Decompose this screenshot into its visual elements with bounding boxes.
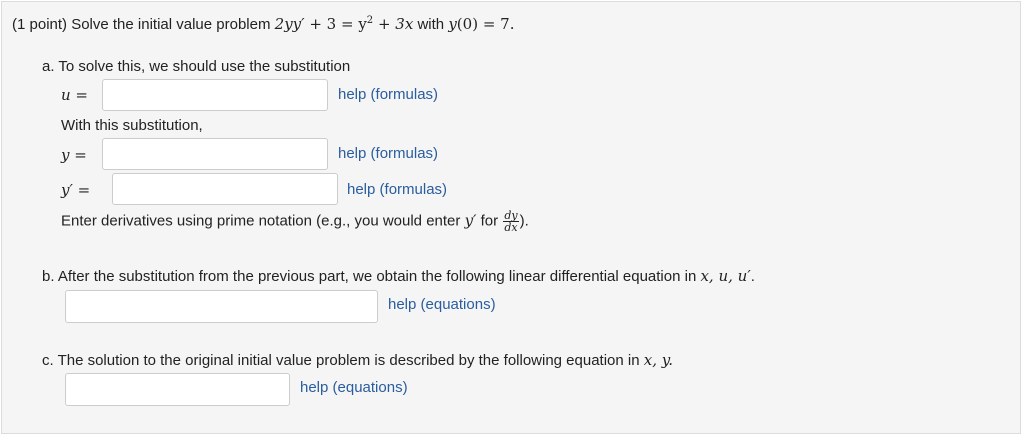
problem-equation: 2yy′ + 3 = y2 + 3x xyxy=(274,15,414,33)
part-a-intro: a. To solve this, we should use the subs… xyxy=(42,58,351,75)
part-b-vars: x, u, u′ xyxy=(700,267,751,285)
problem-statement: (1 point) Solve the initial value proble… xyxy=(12,15,514,33)
u-label: u = xyxy=(61,86,88,104)
dy-dx-fraction: dy dx xyxy=(503,209,519,234)
part-b-help-link[interactable]: help (equations) xyxy=(388,296,496,313)
yprime-label: y′ = xyxy=(61,181,91,199)
y-help-link[interactable]: help (formulas) xyxy=(338,145,438,162)
yprime-help-link[interactable]: help (formulas) xyxy=(347,181,447,198)
problem-prefix: (1 point) Solve the initial value proble… xyxy=(12,16,271,33)
yprime-input[interactable] xyxy=(112,173,338,205)
derivative-note: Enter derivatives using prime notation (… xyxy=(61,209,529,234)
y-label: y = xyxy=(61,146,87,164)
u-input[interactable] xyxy=(102,79,328,111)
problem-panel: (1 point) Solve the initial value proble… xyxy=(1,1,1021,434)
part-c-input[interactable] xyxy=(65,373,290,406)
u-help-link[interactable]: help (formulas) xyxy=(338,86,438,103)
part-c-vars: x, y. xyxy=(643,351,673,369)
part-c-text: c. The solution to the original initial … xyxy=(42,351,673,369)
with-word: with xyxy=(417,16,445,33)
part-b-input[interactable] xyxy=(65,290,378,323)
part-c-help-link[interactable]: help (equations) xyxy=(300,379,408,396)
y-input[interactable] xyxy=(102,138,328,170)
initial-condition: y(0) = 7. xyxy=(448,15,515,33)
part-b-text: b. After the substitution from the previ… xyxy=(42,267,755,285)
with-substitution-text: With this substitution, xyxy=(61,117,203,134)
